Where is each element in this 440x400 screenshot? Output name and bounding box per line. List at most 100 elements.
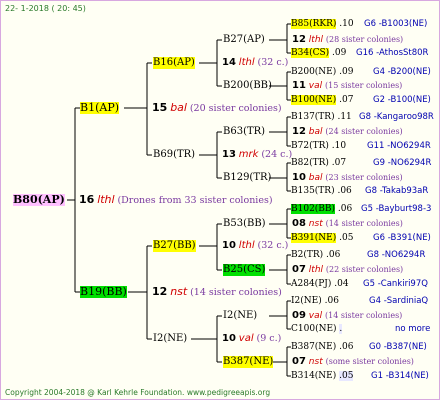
gen4-queen[interactable]: B391(NE) [291,233,337,243]
gen4-pedigree-ref[interactable]: G4 -SardiniaQ [369,295,428,307]
gen4-pedigree-ref[interactable]: G8 -Kangaroo98R [359,111,434,123]
drone-count: 10 [222,240,236,251]
gen4-pedigree-ref[interactable]: G16 -AthosSt80R [356,47,428,59]
drone-sisters: (15 sister colonies) [325,81,403,90]
gen1-queen-1[interactable]: B1(AP) [80,102,120,114]
gen4-pedigree-ref[interactable]: G8 -NO6294R [367,249,425,261]
gen4-queen[interactable]: B100(NE) [291,95,337,105]
gen1-queen-2[interactable]: B19(BB) [80,286,127,298]
drone-count: 11 [292,80,306,91]
gen2-queen-1[interactable]: B16(AP) [153,57,195,69]
gen4-row: B102(BB) .06 [291,203,352,215]
gen2-drone-info-2: 13 mrk (24 c.) [222,149,292,161]
gen4-drone-info: 10 bal (23 sister colonies) [292,172,403,184]
drone-place: nst [308,357,323,367]
drone-sisters: (22 sister colonies) [325,265,404,274]
root-queen[interactable]: B80(AP) [13,194,65,206]
gen4-queen[interactable]: B387(NE) [291,342,336,352]
drone-sisters: (9 c.) [256,333,282,344]
gen4-queen[interactable]: B135(TR) [291,186,335,196]
gen4-queen[interactable]: B102(BB) [291,204,336,214]
gen4-row: B314(NE) .05 [291,370,354,382]
gen4-row: C100(NE) . [291,323,343,335]
gen4-pedigree-ref[interactable]: G6 -B391(NE) [373,232,431,244]
gen4-queen[interactable]: B34(CS) [291,48,330,58]
gen3-queen-4[interactable]: B129(TR) [223,172,271,184]
gen4-pedigree-ref[interactable]: G1 -B314(NE) [371,370,429,382]
gen4-value: .06 [324,296,339,306]
gen4-queen[interactable]: B137(TR) [291,112,335,122]
gen4-pedigree-ref[interactable]: G5 -Cankiri97Q [363,278,428,290]
gen3-queen-6[interactable]: B25(CS) [223,264,266,276]
gen4-value: . [339,324,343,334]
gen4-drone-info: 12 lthl (28 sister colonies) [292,34,403,46]
drone-place: lthl [308,35,324,45]
gen4-pedigree-ref[interactable]: G4 -B200(NE) [373,66,431,78]
gen3-queen-7[interactable]: I2(NE) [223,310,257,322]
gen3-queen-8[interactable]: B387(NE) [223,356,274,368]
drone-place: bal [308,127,323,137]
drone-sisters: (32 c.) [257,240,289,251]
gen4-pedigree-ref[interactable]: G9 -NO6294R [373,157,431,169]
drone-count: 07 [292,264,306,275]
drone-place: lthl [238,57,255,68]
gen2-drone-info-1: 14 lthl (32 c.) [222,57,288,69]
drone-place: lthl [238,240,255,251]
gen4-queen[interactable]: B85(RKR) [291,19,337,29]
gen4-queen[interactable]: I2(NE) [291,296,322,306]
drone-count: 12 [292,34,306,45]
drone-count: 10 [292,172,306,183]
drone-sisters: (32 c.) [257,57,289,68]
gen2-queen-3[interactable]: B27(BB) [153,240,196,252]
gen4-queen[interactable]: B314(NE) [291,371,336,381]
drone-count: 15 [152,101,168,114]
gen4-row: B200(NE) .09 [291,66,353,78]
gen4-queen[interactable]: B72(TR) [291,141,329,151]
drone-place: lthl [308,265,324,275]
drone-sisters: (14 sister colonies) [190,287,282,298]
gen4-row: B137(TR) .11 [291,111,352,123]
drone-sisters: (28 sister colonies) [325,35,404,44]
gen4-value: .09 [332,48,347,58]
gen4-value: .05 [339,371,354,381]
gen3-queen-3[interactable]: B63(TR) [223,126,265,138]
gen4-pedigree-ref[interactable]: G5 -Bayburt98-3 [361,203,431,215]
gen4-queen[interactable]: B200(NE) [291,67,336,77]
gen4-drone-info: 07 lthl (22 sister colonies) [292,264,403,276]
drone-count: 13 [222,149,236,160]
drone-sisters: (some sister colonies) [325,357,414,366]
root-drone-sisters: (Drones from 33 sister colonies) [117,195,273,206]
gen2-queen-4[interactable]: I2(NE) [153,333,187,345]
drone-sisters: (20 sister colonies) [189,103,282,114]
gen4-pedigree-ref[interactable]: G11 -NO6294R [367,140,431,152]
gen4-queen[interactable]: A284(PJ) [291,279,331,289]
drone-count: 09 [292,310,306,321]
gen4-queen[interactable]: C100(NE) [291,324,337,334]
gen4-value: .05 [339,233,354,243]
gen4-drone-info: 12 bal (24 sister colonies) [292,126,403,138]
drone-count: 12 [292,126,306,137]
gen4-value: .09 [339,67,354,77]
gen2-queen-2[interactable]: B69(TR) [153,149,195,161]
gen4-value: .10 [331,141,347,151]
generation-date: 22- 1-2018 ( 20: 45) [5,4,86,13]
gen2-drone-info-3: 10 lthl (32 c.) [222,240,288,252]
drone-place: val [238,333,254,344]
drone-count: 07 [292,356,306,367]
gen3-queen-5[interactable]: B53(BB) [223,218,266,230]
gen4-queen[interactable]: B82(TR) [291,158,329,168]
gen4-pedigree-ref[interactable]: G8 -Takab93aR [365,185,428,197]
gen3-queen-2[interactable]: B200(BB) [223,80,272,92]
gen4-drone-info: 09 val (14 sister colonies) [292,310,402,322]
gen4-value: .06 [337,186,352,196]
drone-count: 12 [152,285,168,298]
gen4-queen[interactable]: B2(TR) [291,250,323,260]
gen4-row: B85(RKR) .10 [291,18,354,30]
gen4-row: B135(TR) .06 [291,185,352,197]
gen4-value: .06 [326,250,341,260]
gen4-pedigree-ref[interactable]: G0 -B387(NE) [369,341,427,353]
gen4-pedigree-ref[interactable]: G2 -B100(NE) [373,94,431,106]
gen4-pedigree-ref[interactable]: G6 -B1003(NE) [364,18,427,30]
gen3-queen-1[interactable]: B27(AP) [223,34,265,46]
drone-count: 10 [222,333,236,344]
